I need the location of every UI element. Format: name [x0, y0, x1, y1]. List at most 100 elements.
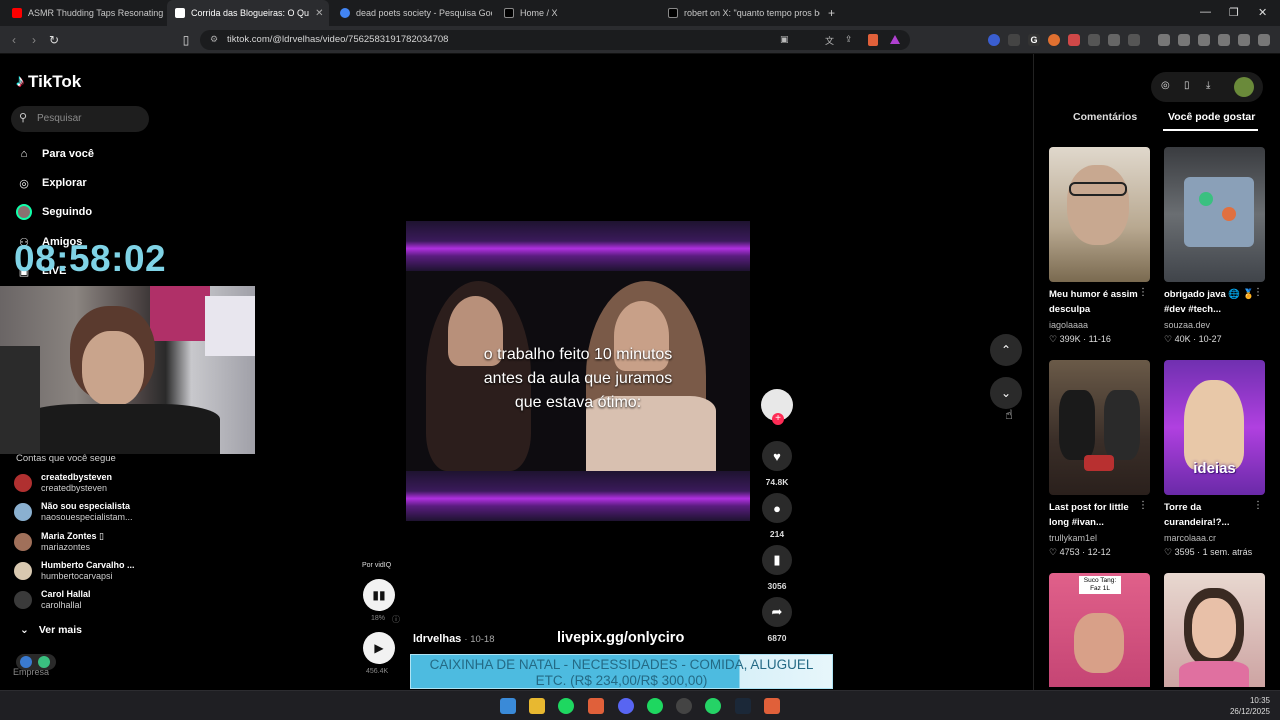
video-author[interactable]: ldrvelhas · 10-18 [413, 633, 495, 645]
more-options-icon[interactable]: ⋮ [1253, 500, 1263, 511]
recommended-video-card[interactable]: Last post for little long #ivan... ⋮ tru… [1049, 360, 1150, 557]
spotify-icon[interactable] [647, 698, 663, 714]
vpn-icon[interactable] [1238, 34, 1250, 46]
url-field[interactable]: ⚙ tiktok.com/@ldrvelhas/video/7562583191… [200, 30, 910, 50]
card-user: souzaa.dev [1164, 320, 1211, 330]
brave-shield-icon[interactable] [868, 34, 878, 46]
author-avatar-button[interactable]: + [761, 389, 793, 425]
recommended-video-card[interactable]: Suco Tang: Faz 1L [1049, 573, 1150, 687]
rewards-icon[interactable] [890, 35, 900, 44]
extension-icon[interactable] [988, 34, 1000, 46]
brave-icon[interactable] [588, 698, 604, 714]
tiktok-note-icon: ♪ [16, 73, 24, 90]
back-icon[interactable]: ‹ [6, 32, 22, 48]
minimize-icon[interactable]: — [1200, 6, 1211, 18]
wallet-icon[interactable] [1198, 34, 1210, 46]
share-button[interactable]: ➦ 6870 [761, 597, 793, 643]
site-info-icon[interactable]: ⚙ [210, 34, 218, 45]
thumb-overlay-text: Suco Tang: Faz 1L [1079, 576, 1121, 594]
windows-start-icon[interactable] [500, 698, 516, 714]
share-icon[interactable]: ⇪ [845, 34, 853, 45]
caption-line: que estava ótimo: [514, 394, 642, 411]
extension-icon[interactable] [1008, 34, 1020, 46]
recommended-video-card[interactable]: obrigado java 🌐 🏅 #dev #tech... ⋮ souzaa… [1164, 147, 1265, 344]
play-button[interactable]: ▶ [363, 632, 395, 664]
download-icon[interactable]: ⤓ [1206, 80, 1210, 91]
card-title: Last post for little long #ivan... [1049, 502, 1129, 528]
nav-item-following[interactable]: Seguindo [16, 204, 92, 220]
extension-icon[interactable] [1068, 34, 1080, 46]
g-extension-icon[interactable]: G [1028, 34, 1040, 46]
reload-icon[interactable]: ↻ [46, 32, 62, 48]
close-window-icon[interactable]: ✕ [1258, 6, 1267, 19]
nav-item-for-you[interactable]: ⌂ Para você [16, 146, 94, 162]
new-tab-button[interactable]: + [828, 6, 835, 20]
forward-icon[interactable]: › [26, 32, 42, 48]
tab-you-may-like[interactable]: Você pode gostar [1168, 111, 1255, 123]
more-options-icon[interactable]: ⋮ [1138, 500, 1148, 511]
phone-icon[interactable]: ▯ [1184, 80, 1190, 91]
video-date: 10-18 [470, 634, 495, 645]
obs-icon[interactable] [676, 698, 692, 714]
youtube-icon [12, 8, 22, 18]
card-stats: ♡ 4753 · 12-12 [1049, 547, 1111, 557]
previous-video-button[interactable]: ⌃ [990, 334, 1022, 366]
comment-icon: ● [762, 493, 792, 523]
brave-icon[interactable] [764, 698, 780, 714]
system-tray-clock[interactable]: 10:35 26/12/2025 [1230, 695, 1270, 717]
browser-tab[interactable]: robert on X: "quanto tempo pros bol [660, 0, 820, 26]
browser-tab[interactable]: ASMR Thudding Taps Resonating in [4, 0, 164, 26]
more-options-icon[interactable]: ⋮ [1138, 287, 1148, 298]
play-icon: ▶ [374, 641, 384, 655]
close-tab-icon[interactable]: ✕ [315, 8, 323, 19]
discord-icon[interactable] [618, 698, 634, 714]
restore-icon[interactable]: ❐ [1229, 6, 1239, 19]
tiktok-icon [175, 8, 185, 18]
browser-tab-active[interactable]: Corrida das Blogueiras: O Qu ✕ [167, 0, 329, 26]
vidiq-percent: 18% [371, 615, 386, 622]
comment-button[interactable]: ● 214 [761, 493, 793, 539]
reader-icon[interactable]: ▣ [780, 34, 789, 45]
tab-comments[interactable]: Comentários [1073, 111, 1137, 123]
music-icon[interactable] [1158, 34, 1170, 46]
tiktok-logo[interactable]: ♪ TikTok [16, 72, 81, 92]
video-player[interactable]: o trabalho feito 10 minutos antes da aul… [406, 221, 750, 521]
profile-avatar[interactable] [1234, 77, 1254, 97]
puzzle-icon[interactable] [1108, 34, 1120, 46]
nav-label: Para você [42, 148, 94, 160]
sidebar-icon[interactable] [1178, 34, 1190, 46]
save-button[interactable]: ▮ 3056 [761, 545, 793, 591]
browser-tab[interactable]: dead poets society - Pesquisa Google [332, 0, 492, 26]
see-more-button[interactable]: ⌄ Ver mais [20, 624, 82, 636]
menu-icon[interactable] [1258, 34, 1270, 46]
extension-icon[interactable] [1088, 34, 1100, 46]
account-handle: humbertocarvapsi [41, 571, 113, 581]
spotify-icon[interactable] [558, 698, 574, 714]
steam-icon[interactable] [735, 698, 751, 714]
webcam-pink-light [150, 286, 210, 341]
recommended-video-card[interactable]: ideias Torre da curandeira!?... ⋮ marcol… [1164, 360, 1265, 557]
file-explorer-icon[interactable] [529, 698, 545, 714]
recommended-video-card[interactable]: Meu humor é assim desculpa ⋮ iagolaaaa ♡… [1049, 147, 1150, 344]
browser-tab-bar: ASMR Thudding Taps Resonating in Corrida… [0, 0, 1280, 26]
avatar [14, 474, 32, 492]
bookmark-icon[interactable]: ▯ [178, 32, 194, 48]
extension-icon[interactable] [1048, 34, 1060, 46]
next-video-button[interactable]: ⌄ [990, 377, 1022, 409]
search-input[interactable]: ⚲ Pesquisar [11, 106, 149, 132]
nav-item-explore[interactable]: ◎ Explorar [16, 175, 86, 191]
recommended-video-card[interactable] [1164, 573, 1265, 687]
follow-plus-icon[interactable]: + [772, 413, 784, 425]
like-button[interactable]: ♥ 74.8K [761, 441, 793, 487]
browser-tab[interactable]: Home / X [496, 0, 656, 26]
extension-icon[interactable] [1128, 34, 1140, 46]
whatsapp-icon[interactable] [705, 698, 721, 714]
compass-icon[interactable]: ◎ [1161, 80, 1170, 91]
info-icon[interactable]: ⓘ [392, 614, 400, 625]
footer-company-link[interactable]: Empresa [13, 667, 49, 677]
account-handle: mariazontes [41, 542, 91, 552]
vidiq-stats-button[interactable]: ▮▮ [363, 579, 395, 611]
translate-icon[interactable]: 文 [825, 34, 834, 47]
ai-icon[interactable] [1218, 34, 1230, 46]
more-options-icon[interactable]: ⋮ [1253, 287, 1263, 298]
